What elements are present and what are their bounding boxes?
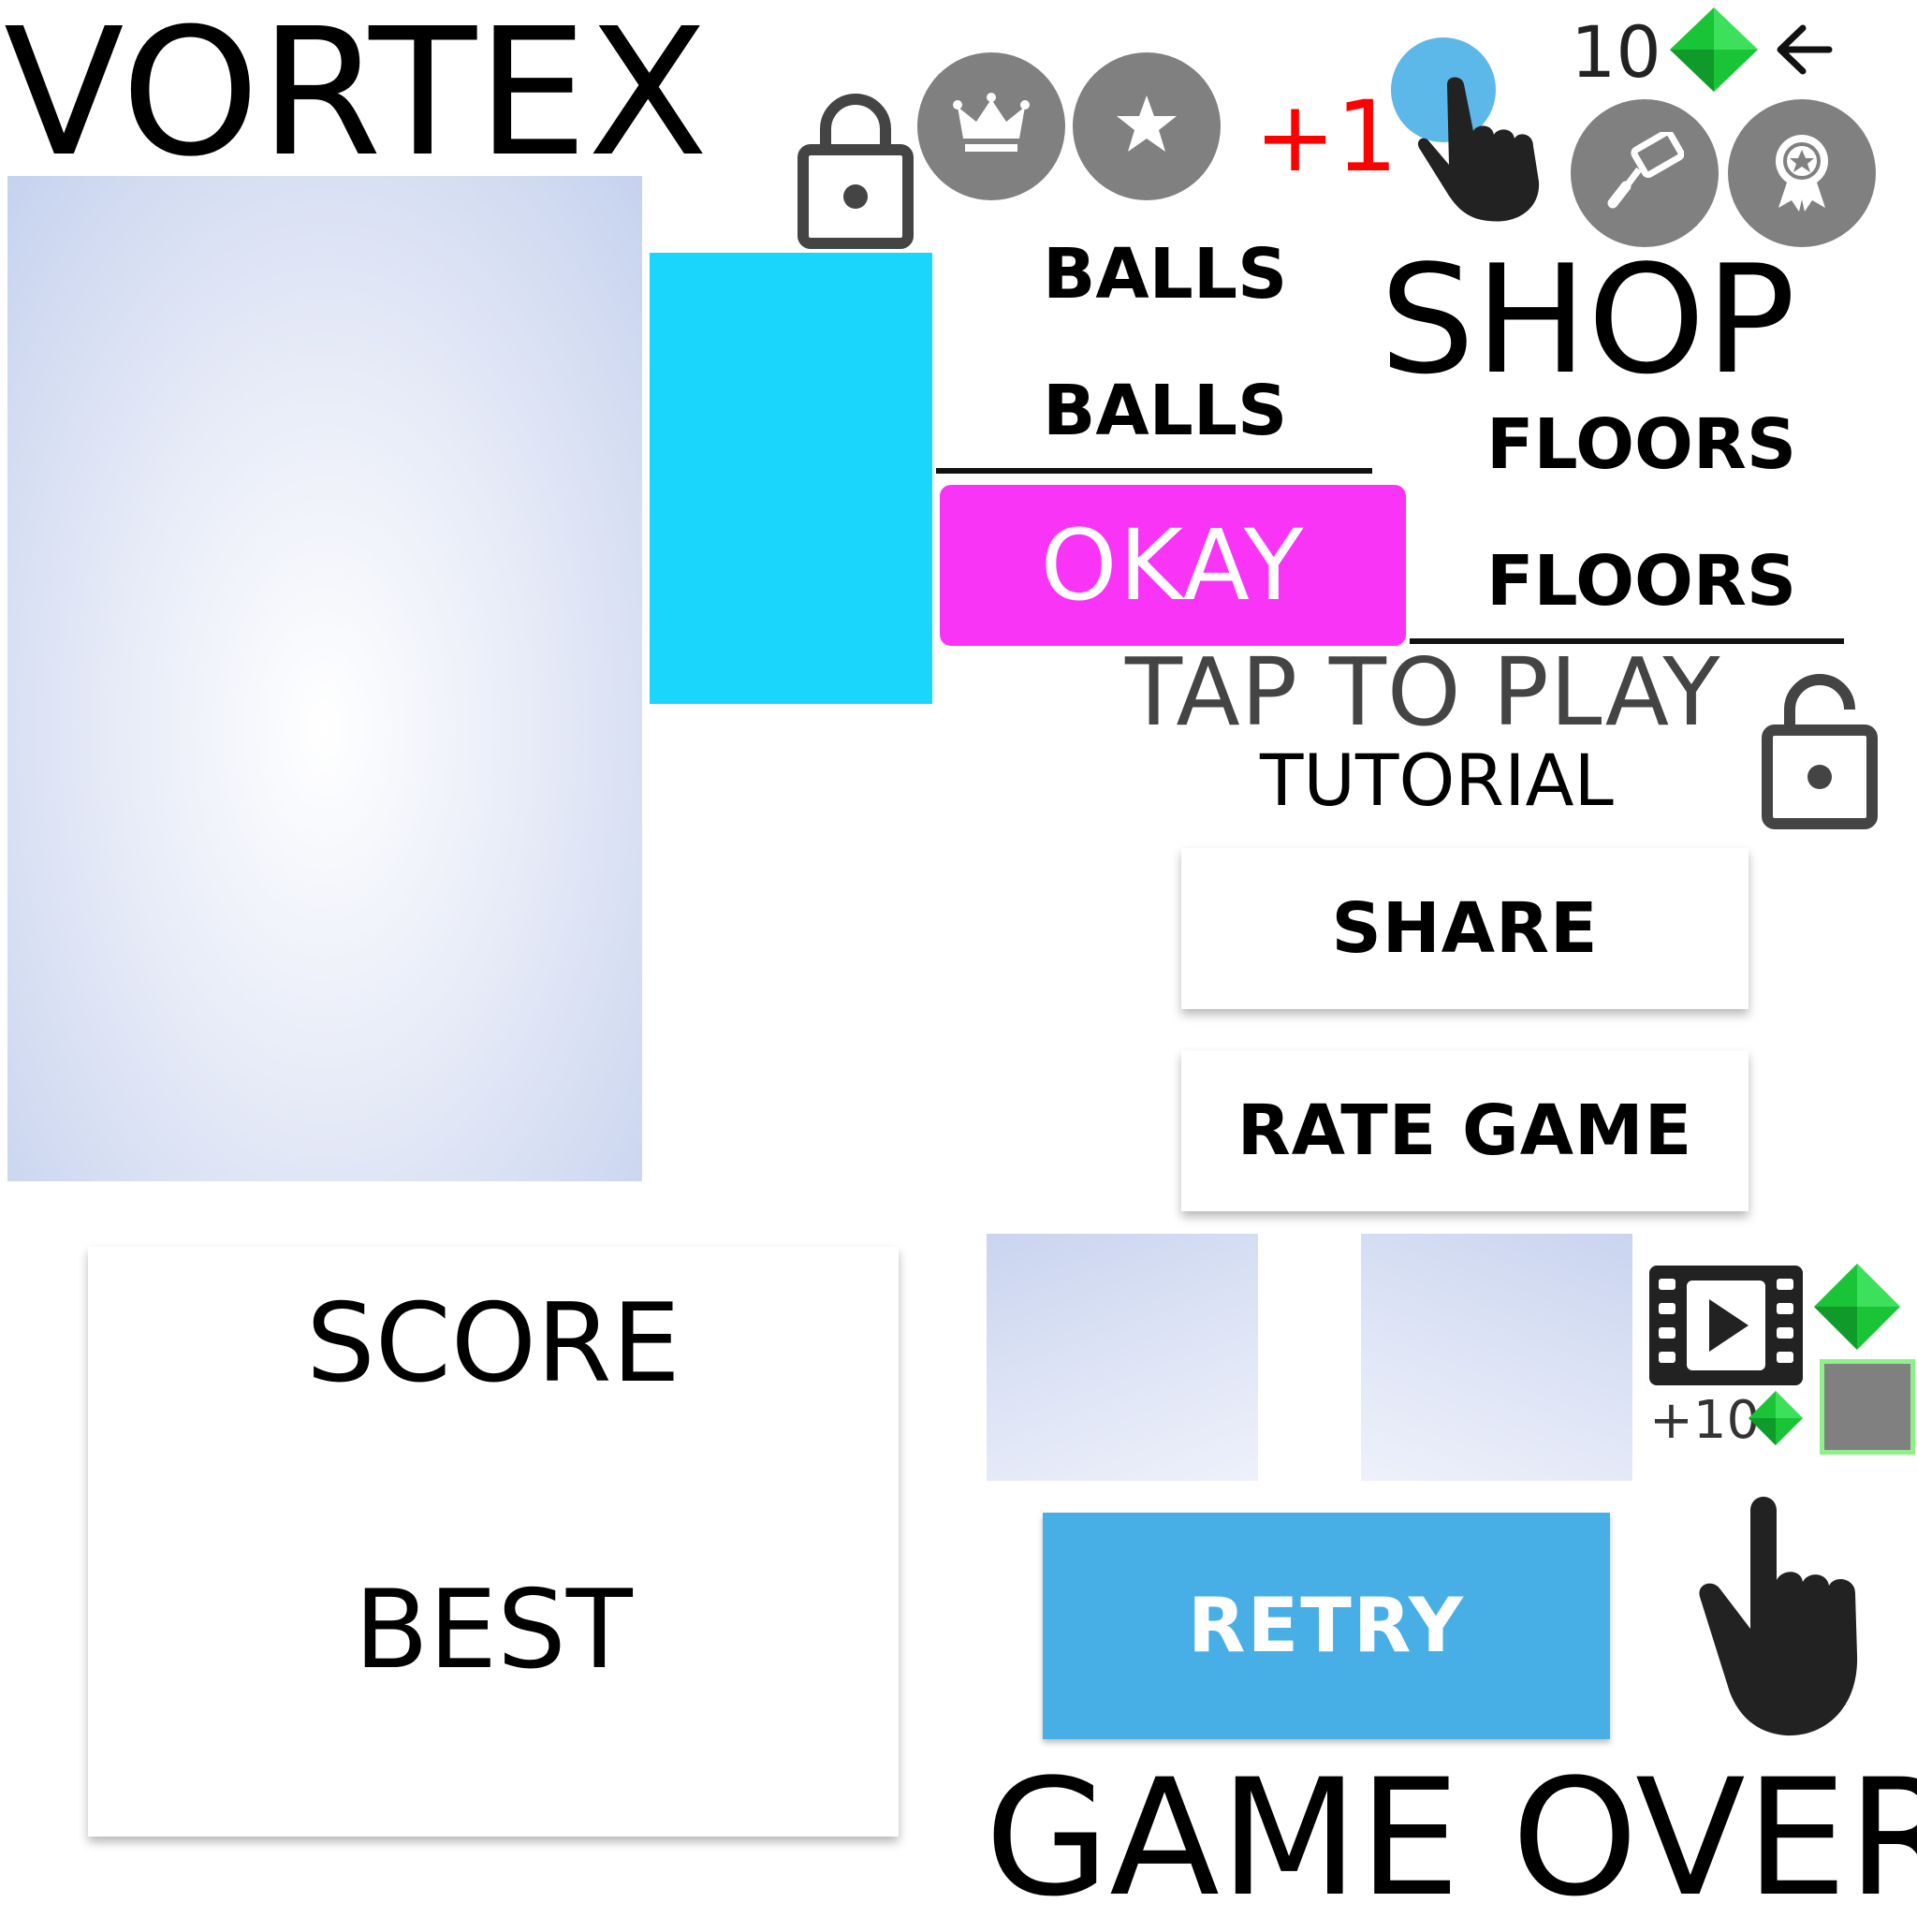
balls-label-secondary: BALLS <box>1043 371 1288 451</box>
score-increment: +1 <box>1254 80 1398 194</box>
background-panel <box>7 176 642 1181</box>
gem-icon <box>1749 1391 1803 1445</box>
tap-to-play-label[interactable]: TAP TO PLAY <box>1125 646 1720 739</box>
award-ribbon-icon <box>1769 131 1835 215</box>
score-card: SCORE BEST <box>88 1247 899 1837</box>
game-over-title: GAME OVER <box>985 1744 1917 1932</box>
share-button[interactable]: SHARE <box>1181 848 1749 1009</box>
back-arrow-icon[interactable] <box>1775 21 1833 79</box>
film-play-icon[interactable] <box>1649 1266 1803 1385</box>
balls-underline <box>936 468 1372 474</box>
gem-count: 10 <box>1571 10 1661 94</box>
tutorial-link[interactable]: TUTORIAL <box>1260 745 1614 816</box>
lock-icon <box>798 92 914 251</box>
score-label: SCORE <box>306 1281 680 1407</box>
crown-icon <box>952 92 1031 161</box>
rewards-button[interactable] <box>1728 99 1876 247</box>
tap-hand-icon <box>1696 1490 1896 1739</box>
best-label: BEST <box>354 1567 633 1693</box>
paint-roller-icon <box>1605 128 1685 214</box>
floors-label-secondary: FLOORS <box>1486 541 1797 622</box>
star-icon <box>1114 92 1179 161</box>
retry-button[interactable]: RETRY <box>1043 1513 1610 1739</box>
shop-title: SHOP <box>1380 232 1796 407</box>
game-title: VORTEX <box>4 0 709 196</box>
achievements-button[interactable] <box>1073 52 1221 200</box>
okay-button[interactable]: OKAY <box>940 485 1406 646</box>
color-swatch[interactable] <box>1820 1359 1915 1455</box>
preview-tile <box>1361 1234 1632 1481</box>
unlocked-icon <box>1762 672 1878 831</box>
rate-game-button[interactable]: RATE GAME <box>1181 1050 1749 1211</box>
floors-label: FLOORS <box>1486 404 1797 485</box>
balls-label: BALLS <box>1043 234 1288 315</box>
preview-tile <box>987 1234 1258 1481</box>
customize-button[interactable] <box>1571 99 1719 247</box>
gem-icon <box>1814 1264 1900 1350</box>
video-reward-amount: +10 <box>1649 1390 1761 1451</box>
tap-hand-icon <box>1391 34 1559 227</box>
leaderboard-button[interactable] <box>917 52 1065 200</box>
cyan-color-swatch <box>650 253 932 704</box>
gem-icon <box>1670 7 1758 92</box>
